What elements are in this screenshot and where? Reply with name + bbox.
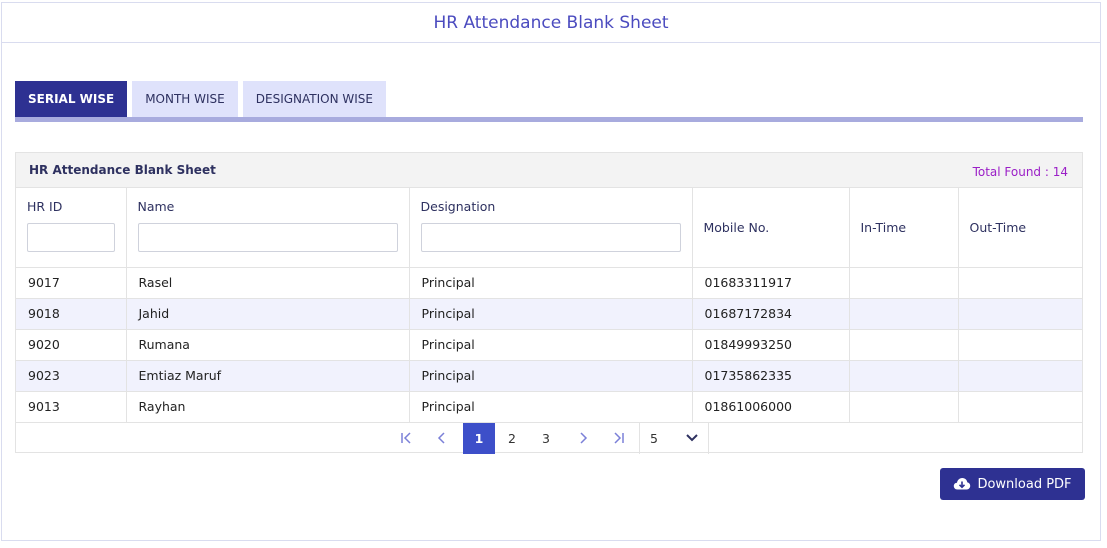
- panel-title: HR Attendance Blank Sheet: [29, 163, 216, 177]
- cell-designation: Principal: [409, 360, 693, 392]
- col-name-label: Name: [137, 198, 175, 214]
- cell-name: Rasel: [126, 267, 410, 299]
- col-out-time: Out-Time: [958, 188, 1082, 268]
- cell-name: Rayhan: [126, 391, 410, 423]
- cell-in-time: [849, 329, 959, 361]
- cell-mobile: 01687172834: [692, 298, 850, 330]
- table-row: 9023 Emtiaz Maruf Principal 01735862335: [16, 360, 1082, 392]
- page-1-button[interactable]: 1: [463, 422, 495, 454]
- cell-mobile: 01849993250: [692, 329, 850, 361]
- cell-name: Rumana: [126, 329, 410, 361]
- col-in-time: In-Time: [849, 188, 959, 268]
- cell-hr-id: 9013: [16, 391, 127, 423]
- table-row: 9018 Jahid Principal 01687172834: [16, 298, 1082, 330]
- tab-designation-wise[interactable]: DESIGNATION WISE: [242, 81, 386, 117]
- first-page-icon[interactable]: [394, 423, 420, 454]
- col-name: Name: [126, 188, 410, 268]
- last-page-icon[interactable]: [605, 423, 631, 454]
- table-row: 9013 Rayhan Principal 01861006000: [16, 391, 1082, 423]
- chevron-right-icon[interactable]: [570, 423, 596, 454]
- tab-underline: [15, 117, 1083, 122]
- cell-mobile: 01735862335: [692, 360, 850, 392]
- cell-hr-id: 9020: [16, 329, 127, 361]
- page-size-select[interactable]: 5: [639, 422, 709, 454]
- pagination: 1 2 3 5: [16, 422, 1082, 454]
- tab-bar: SERIAL WISE MONTH WISE DESIGNATION WISE: [15, 81, 386, 117]
- cell-hr-id: 9018: [16, 298, 127, 330]
- page-title: HR Attendance Blank Sheet: [433, 12, 669, 33]
- tab-serial-wise[interactable]: SERIAL WISE: [15, 81, 128, 117]
- cell-out-time: [958, 391, 1082, 423]
- cell-designation: Principal: [409, 267, 693, 299]
- table-row: 9020 Rumana Principal 01849993250: [16, 329, 1082, 361]
- designation-filter-input[interactable]: [420, 222, 681, 252]
- cell-mobile: 01683311917: [692, 267, 850, 299]
- attendance-table: HR ID Name Designation Mobile No. In-Tim…: [16, 188, 1082, 423]
- cell-designation: Principal: [409, 329, 693, 361]
- total-found: Total Found : 14: [972, 165, 1068, 179]
- cell-hr-id: 9017: [16, 267, 127, 299]
- cell-hr-id: 9023: [16, 360, 127, 392]
- cell-in-time: [849, 360, 959, 392]
- col-designation: Designation: [409, 188, 693, 268]
- cell-name: Jahid: [126, 298, 410, 330]
- cell-out-time: [958, 267, 1082, 299]
- page-3-button[interactable]: 3: [531, 423, 561, 454]
- name-filter-input[interactable]: [137, 222, 398, 252]
- page-size-value: 5: [650, 430, 658, 446]
- cell-mobile: 01861006000: [692, 391, 850, 423]
- cell-in-time: [849, 298, 959, 330]
- results-panel: HR Attendance Blank Sheet Total Found : …: [15, 152, 1083, 454]
- col-hr-id: HR ID: [16, 188, 127, 268]
- cell-in-time: [849, 267, 959, 299]
- cell-designation: Principal: [409, 391, 693, 423]
- col-hr-id-label: HR ID: [27, 198, 63, 214]
- cell-name: Emtiaz Maruf: [126, 360, 410, 392]
- cell-out-time: [958, 329, 1082, 361]
- card-header: HR Attendance Blank Sheet: [2, 3, 1100, 43]
- download-pdf-button[interactable]: Download PDF: [940, 468, 1085, 500]
- chevron-left-icon[interactable]: [429, 423, 455, 454]
- table-header-row: HR ID Name Designation Mobile No. In-Tim…: [16, 188, 1082, 268]
- col-designation-label: Designation: [420, 198, 496, 214]
- tab-month-wise[interactable]: MONTH WISE: [132, 81, 238, 117]
- cell-designation: Principal: [409, 298, 693, 330]
- cell-out-time: [958, 298, 1082, 330]
- col-mobile: Mobile No.: [692, 188, 850, 268]
- cloud-download-icon: [953, 477, 971, 491]
- panel-header: HR Attendance Blank Sheet Total Found : …: [16, 153, 1082, 188]
- cell-out-time: [958, 360, 1082, 392]
- table-row: 9017 Rasel Principal 01683311917: [16, 267, 1082, 299]
- chevron-down-icon: [686, 431, 698, 445]
- download-pdf-label: Download PDF: [977, 476, 1072, 492]
- cell-in-time: [849, 391, 959, 423]
- page-2-button[interactable]: 2: [497, 423, 527, 454]
- hr-id-filter-input[interactable]: [27, 222, 115, 252]
